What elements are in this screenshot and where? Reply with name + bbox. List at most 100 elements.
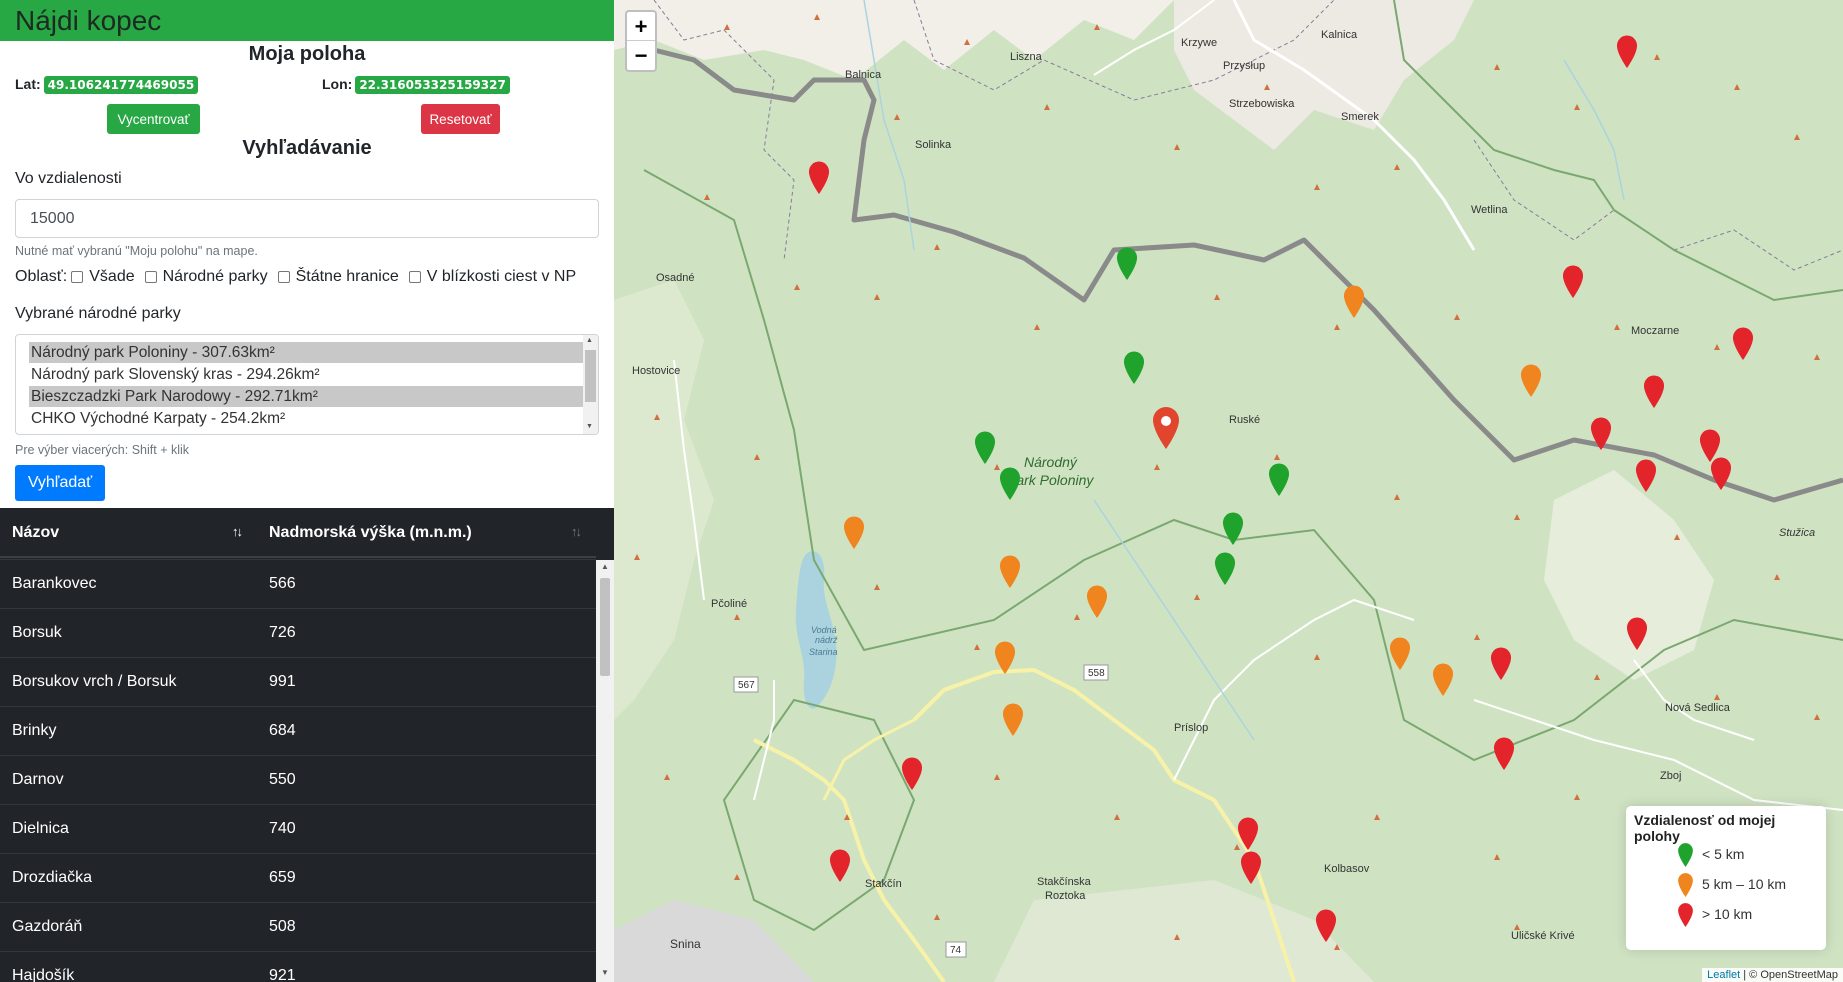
place-label: Pčoliné xyxy=(711,598,747,610)
table-scrollbar[interactable]: ▲ ▼ xyxy=(596,560,614,982)
place-label: Liszna xyxy=(1010,51,1043,63)
park-option[interactable]: Národný park Slovenský kras - 294.26km² xyxy=(29,364,585,385)
scroll-down-arrow-icon[interactable]: ▼ xyxy=(601,968,609,977)
table-row[interactable]: Hajdošík 921 xyxy=(0,951,596,982)
place-label: Stakčínska xyxy=(1037,876,1092,888)
park-option[interactable]: CHKO Východné Karpaty - 254.2km² xyxy=(29,408,585,429)
location-pin-dot xyxy=(1161,416,1171,426)
map-attribution: Leaflet | © OpenStreetMap xyxy=(1702,968,1843,982)
scroll-up-arrow-icon[interactable]: ▲ xyxy=(601,562,609,571)
peak-elevation: 566 xyxy=(269,575,296,592)
water-label: Starina xyxy=(809,647,838,657)
peak-name: Hajdošík xyxy=(12,967,75,982)
area-filter: Oblasť: Všade Národné parky Štátne hrani… xyxy=(15,268,576,286)
place-label: Wetlina xyxy=(1471,204,1508,216)
road-number: 74 xyxy=(950,945,962,956)
area-checkbox-national-parks[interactable] xyxy=(144,271,157,283)
search-button[interactable]: Vyhľadať xyxy=(15,465,105,501)
sort-icon[interactable]: ↑↓ xyxy=(571,524,582,539)
legend-orange-pin-icon xyxy=(1678,873,1693,897)
app-title[interactable]: Nájdi kopec xyxy=(0,0,614,41)
park-option[interactable]: Bieszczadzki Park Narodowy - 292.71km² xyxy=(29,386,585,407)
area-label: Oblasť: xyxy=(15,268,68,285)
scroll-up-arrow-icon[interactable]: ▲ xyxy=(586,337,593,344)
place-label: Balnica xyxy=(845,69,882,81)
area-checkbox-everywhere[interactable] xyxy=(71,271,84,283)
lat-label: Lat: xyxy=(15,76,41,92)
table-row[interactable]: Borsuk 726 xyxy=(0,608,596,657)
park-label: Park Poloniny xyxy=(1007,472,1094,488)
reset-button[interactable]: Resetovať xyxy=(421,104,500,134)
peak-elevation: 921 xyxy=(269,967,296,982)
legend-item-near: < 5 km xyxy=(1702,846,1745,862)
map[interactable]: Kalnica Krzywe Liszna Przysłup Balnica S… xyxy=(614,0,1843,982)
lon-label: Lon: xyxy=(322,76,353,92)
peak-elevation: 991 xyxy=(269,673,296,690)
lon-badge: 22.316053325159327 xyxy=(355,76,510,94)
peak-name: Gazdoráň xyxy=(12,918,83,935)
legend-red-pin-icon xyxy=(1678,903,1693,927)
peak-elevation: 684 xyxy=(269,722,296,739)
place-label: Uličské Krivé xyxy=(1511,930,1575,942)
zoom-in-button[interactable]: + xyxy=(627,12,655,41)
legend-item-far: > 10 km xyxy=(1702,906,1753,922)
lon-readout: Lon: 22.316053325159327 xyxy=(322,76,510,94)
table-scrollbar-thumb[interactable] xyxy=(600,578,610,676)
place-label: Hostovice xyxy=(632,365,680,377)
legend-title: Vzdialenosť od mojej polohy xyxy=(1634,812,1776,844)
peak-name: Dielnica xyxy=(12,820,69,837)
distance-input[interactable] xyxy=(15,199,599,238)
peak-elevation: 508 xyxy=(269,918,296,935)
water-label: Vodná xyxy=(811,625,837,635)
place-label: Kalnica xyxy=(1321,29,1358,41)
parks-multiselect[interactable]: Národný park Poloniny - 307.63km² Národn… xyxy=(15,334,599,435)
table-row[interactable]: Dielnica 740 xyxy=(0,804,596,853)
area-option-national-parks[interactable]: Národné parky xyxy=(163,268,268,286)
table-row[interactable]: Darnov 550 xyxy=(0,755,596,804)
legend-green-pin-icon xyxy=(1678,843,1693,867)
distance-legend: Vzdialenosť od mojej polohy < 5 km 5 km … xyxy=(1626,806,1826,950)
lat-readout: Lat: 49.106241774469055 xyxy=(15,76,199,94)
osm-attribution: | © OpenStreetMap xyxy=(1743,969,1838,981)
search-heading: Vyhľadávanie xyxy=(242,137,372,159)
area-option-roads[interactable]: V blízkosti ciest v NP xyxy=(427,268,576,286)
place-label: Krzywe xyxy=(1181,37,1217,49)
column-header-name[interactable]: Názov xyxy=(12,524,59,542)
place-label: Osadné xyxy=(656,272,695,284)
table-row[interactable]: Brinky 684 xyxy=(0,706,596,755)
area-checkbox-borders[interactable] xyxy=(277,271,290,283)
place-label: Stakčín xyxy=(865,878,902,890)
table-row[interactable]: Drozdiačka 659 xyxy=(0,853,596,902)
parks-scrollbar[interactable]: ▲ ▼ xyxy=(583,335,598,434)
place-label: Zboj xyxy=(1660,770,1681,782)
distance-hint: Nutné mať vybranú "Moju polohu" na mape. xyxy=(15,244,258,258)
park-option[interactable]: Národný park Poloniny - 307.63km² xyxy=(29,342,585,363)
sort-icon[interactable]: ↑↓ xyxy=(232,524,243,539)
area-option-everywhere[interactable]: Všade xyxy=(89,268,134,286)
peak-name: Darnov xyxy=(12,771,64,788)
park-label: Národný xyxy=(1024,454,1078,470)
column-header-elevation[interactable]: Nadmorská výška (m.n.m.) xyxy=(269,524,472,542)
scroll-down-arrow-icon[interactable]: ▼ xyxy=(586,423,593,430)
road-number: 567 xyxy=(738,680,755,691)
table-row[interactable]: Borsukov vrch / Borsuk 991 xyxy=(0,657,596,706)
location-heading: Moja poloha xyxy=(248,43,366,65)
area-checkbox-roads[interactable] xyxy=(408,271,421,283)
leaflet-link[interactable]: Leaflet xyxy=(1707,969,1740,981)
peak-name: Borsukov vrch / Borsuk xyxy=(12,673,177,690)
parks-scrollbar-thumb[interactable] xyxy=(585,350,596,402)
table-row[interactable]: Gazdoráň 508 xyxy=(0,902,596,951)
table-row[interactable]: Barankovec 566 xyxy=(0,559,596,608)
area-option-borders[interactable]: Štátne hranice xyxy=(296,268,399,286)
sidebar-panel: Nájdi kopec Moja poloha Lat: 49.106241774… xyxy=(0,0,614,982)
place-label: Kolbasov xyxy=(1324,863,1370,875)
place-label: Ruské xyxy=(1229,414,1260,426)
center-button[interactable]: Vycentrovať xyxy=(107,104,200,134)
place-label: Príslop xyxy=(1174,722,1208,734)
zoom-out-button[interactable]: − xyxy=(627,41,655,70)
parks-label: Vybrané národné parky xyxy=(15,305,181,322)
place-label: Stužica xyxy=(1779,527,1815,539)
zoom-control: + − xyxy=(625,10,657,72)
peak-elevation: 659 xyxy=(269,869,296,886)
legend-item-mid: 5 km – 10 km xyxy=(1702,876,1787,892)
